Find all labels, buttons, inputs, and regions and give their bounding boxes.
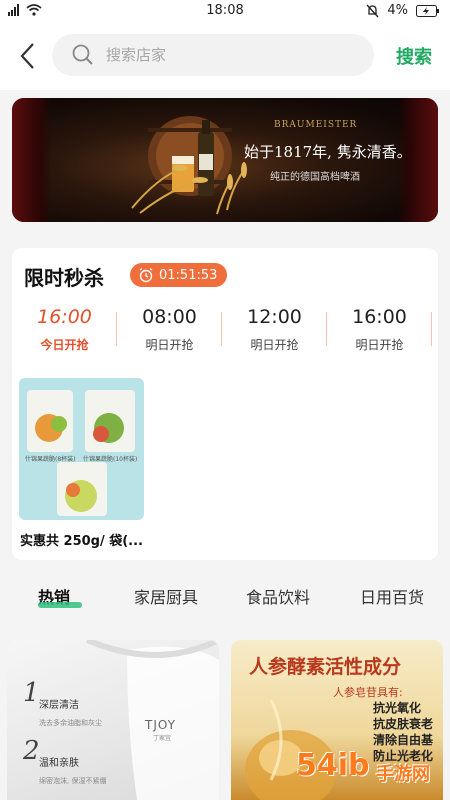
watermark-text: 手游网 [376,764,430,785]
flash-sale-section: 限时秒杀 01:51:53 16:00 今日开抢 08:00 明日开抢 12:0… [12,248,438,560]
battery-percent: 4% [387,3,408,18]
status-right: 4% [366,3,440,18]
product-image[interactable]: 什锦果蔬脆(8杯装) 什锦果蔬脆(10杯装) [19,378,144,520]
promo-banner[interactable]: BRAUMEISTER 始于1817年, 隽永清香。 纯正的德国高档啤酒 [12,98,438,222]
search-input[interactable] [106,46,336,64]
time-slot[interactable]: 08:00 明日开抢 [117,306,222,362]
tab-home-kitchen[interactable]: 家居厨具 [134,584,198,608]
slot-time: 08:00 [142,306,197,328]
chevron-left-icon [20,43,34,69]
step-two-number: 2 [23,736,40,766]
card-feature-1: 深层清洁 [39,700,79,711]
banner-subtitle: 纯正的德国高档啤酒 [270,172,360,183]
time-slot[interactable]: 12:00 明日开抢 [222,306,327,362]
step-one-number: 1 [23,678,40,708]
brand-subtitle: 丁家宜 [153,735,172,742]
search-button[interactable]: 搜索 [396,43,432,69]
time-slots: 16:00 今日开抢 08:00 明日开抢 12:00 明日开抢 16:00 明… [12,306,438,362]
slot-status: 明日开抢 [355,338,404,352]
back-button[interactable] [12,39,42,73]
header: 搜索 [0,24,450,90]
benefit-item: 抗皮肤衰老 [373,717,434,731]
slot-time: 12:00 [247,306,302,328]
product-card[interactable]: 1 深层清洁 洗去多余油脂和灰尘 2 温和亲肤 绵密泡沫, 保湿不紧绷 TJOY… [7,640,219,800]
banner-tagline: 始于1817年, 隽永清香。 [244,143,412,161]
countdown-timer: 01:51:53 [130,263,228,287]
tab-food-drinks[interactable]: 食品饮料 [246,584,310,608]
slot-status: 今日开抢 [40,338,89,352]
card-feature-1-desc: 洗去多余油脂和灰尘 [39,719,102,727]
slot-time: 16:00 [352,306,407,328]
benefit-item: 抗光氧化 [373,701,422,715]
battery-icon [416,4,439,17]
card-feature-2-desc: 绵密泡沫, 保湿不紧绷 [39,777,107,785]
mute-bell-icon [366,4,379,17]
time-slot[interactable]: 16:00 明日开抢 [327,306,432,362]
time-slot[interactable]: 16:00 今日开抢 [12,306,117,362]
search-icon [72,44,93,65]
flash-sale-title: 限时秒杀 [24,266,104,290]
product-bag1-label: 什锦果蔬脆(8杯装) [25,456,76,463]
slot-status: 明日开抢 [145,338,194,352]
slot-divider [431,312,432,346]
card-headline: 人参酵素活性成分 [249,656,402,678]
category-tabs: 热销 家居厨具 食品饮料 日用百货 [0,576,450,616]
slot-status: 明日开抢 [250,338,299,352]
alarm-clock-icon [139,267,153,283]
banner-brand: BRAUMEISTER [274,120,358,130]
card-subheadline: 人参皂苷具有: [333,686,403,699]
watermark-sub: 54ib [296,748,370,783]
countdown-value: 01:51:53 [159,267,218,283]
brand-logo: TJOY [145,718,176,732]
status-bar: 18:08 4% [0,0,450,24]
site-watermark: 54ib 手游网 [296,744,446,800]
product-name[interactable]: 实惠共 250g/ 袋(... [20,530,143,549]
snack-bags-illustration [27,390,135,516]
card-feature-2: 温和亲肤 [39,758,79,769]
product-bag2-label: 什锦果蔬脆(10杯装) [83,456,138,463]
search-box[interactable] [52,34,374,76]
slot-time: 16:00 [37,306,92,328]
active-tab-indicator [38,602,82,608]
tab-daily-goods[interactable]: 日用百货 [360,584,424,608]
